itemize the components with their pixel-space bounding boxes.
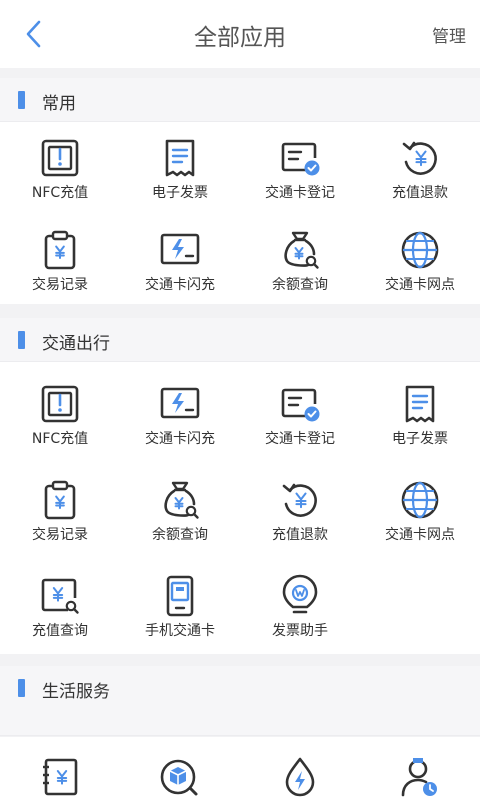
app-life-3[interactable] [240,741,360,800]
top-bar: 全部应用 管理 [0,0,480,68]
app-card-register[interactable]: 交通卡登记 [240,368,360,460]
section-title: 交通出行 [42,334,110,354]
app-label: 余额查询 [152,527,208,543]
clipboard-yen-icon [38,478,82,522]
app-card-register[interactable]: 交通卡登记 [240,122,360,214]
app-label: 交易记录 [32,527,88,543]
section-header-life: 生活服务 [0,666,480,736]
card-check-icon [278,382,322,426]
app-refund[interactable]: 充值退款 [360,122,480,214]
app-mobile-card[interactable]: 手机交通卡 [120,560,240,652]
app-card-outlets[interactable]: 交通卡网点 [360,214,480,306]
app-life-1[interactable] [0,741,120,800]
notebook-yen-icon [38,755,82,799]
refund-icon [398,136,442,180]
app-balance-query[interactable]: 余额查询 [240,214,360,306]
app-recharge-query[interactable]: 充值查询 [0,560,120,652]
app-nfc-recharge[interactable]: NFC充值 [0,122,120,214]
receipt-icon [158,136,202,180]
app-label: 手机交通卡 [145,623,215,639]
package-search-icon [158,755,202,799]
app-label: 电子发票 [392,431,448,447]
app-label: 交易记录 [32,277,88,293]
flash-card-icon [158,228,202,272]
app-transactions[interactable]: 交易记录 [0,464,120,556]
yen-search-icon [38,574,82,618]
money-bag-search-icon [158,478,202,522]
nfc-icon [38,136,82,180]
app-label: 交通卡闪充 [145,277,215,293]
section-accent-bar [18,679,25,697]
globe-icon [398,478,442,522]
section-accent-bar [18,91,25,109]
app-label: 交通卡登记 [265,185,335,201]
receipt-icon [398,382,442,426]
app-label: 交通卡网点 [385,527,455,543]
water-drop-icon [278,755,322,799]
app-label: 充值退款 [272,527,328,543]
refund-icon [278,478,322,522]
doctor-icon [398,755,442,799]
app-invoice-assistant[interactable]: 发票助手 [240,560,360,652]
app-label: NFC充值 [31,431,89,447]
section-title: 生活服务 [42,682,110,702]
section-header-transport: 交通出行 [0,318,480,362]
phone-card-icon [158,574,202,618]
nfc-icon [38,382,82,426]
app-refund[interactable]: 充值退款 [240,464,360,556]
manage-button[interactable]: 管理 [432,22,466,47]
app-label: 交通卡闪充 [145,431,215,447]
app-life-4[interactable] [360,741,480,800]
app-grid-common: NFC充值 电子发票 交通卡登记 充值退款 交易记录 交通卡闪充 余额查询 交通… [0,122,480,304]
app-label: 发票助手 [272,623,328,639]
app-e-invoice[interactable]: 电子发票 [360,368,480,460]
app-grid-life [0,737,480,800]
app-flash-charge[interactable]: 交通卡闪充 [120,368,240,460]
app-grid-transport: NFC充值 交通卡闪充 交通卡登记 电子发票 交易记录 余额查询 充值退款 交通… [0,362,480,654]
page-title: 全部应用 [194,25,286,51]
clipboard-yen-icon [38,228,82,272]
money-bag-search-icon [278,228,322,272]
bulb-w-icon [278,574,322,618]
app-balance-query[interactable]: 余额查询 [120,464,240,556]
app-nfc-recharge[interactable]: NFC充值 [0,368,120,460]
app-transactions[interactable]: 交易记录 [0,214,120,306]
section-title: 常用 [42,94,76,114]
app-flash-charge[interactable]: 交通卡闪充 [120,214,240,306]
app-label: 交通卡网点 [385,277,455,293]
app-label: 交通卡登记 [265,431,335,447]
app-label: 电子发票 [152,185,208,201]
app-label: 充值查询 [32,623,88,639]
app-life-2[interactable] [120,741,240,800]
card-check-icon [278,136,322,180]
app-label: 余额查询 [272,277,328,293]
app-card-outlets[interactable]: 交通卡网点 [360,464,480,556]
app-label: NFC充值 [31,185,89,201]
app-e-invoice[interactable]: 电子发票 [120,122,240,214]
flash-card-icon [158,382,202,426]
section-accent-bar [18,331,25,349]
app-label: 充值退款 [392,185,448,201]
section-header-common: 常用 [0,78,480,122]
globe-icon [398,228,442,272]
